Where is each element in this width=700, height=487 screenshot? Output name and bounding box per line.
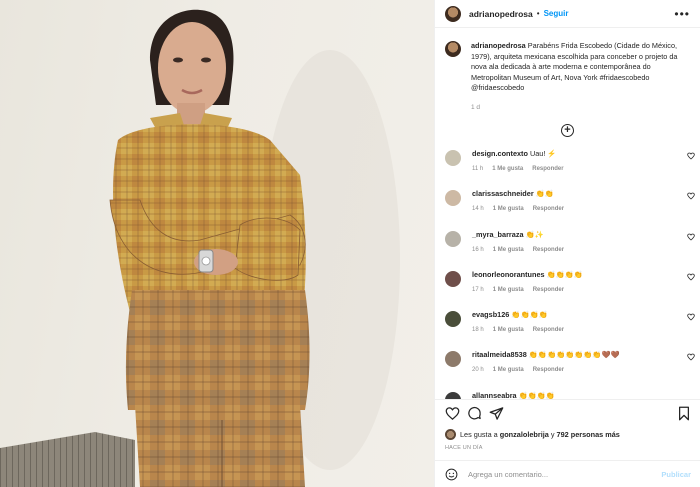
follow-button[interactable]: Seguir [544, 9, 569, 18]
comment-avatar[interactable] [445, 190, 461, 207]
post-detail-panel: adrianopedrosa • Seguir ••• adrianopedro… [434, 0, 700, 487]
share-icon[interactable] [489, 406, 504, 421]
comment-text: 👏👏👏👏 [511, 310, 548, 320]
comment-likes[interactable]: 1 Me gusta [493, 367, 524, 373]
comment-avatar[interactable] [445, 150, 461, 166]
comment-avatar[interactable] [445, 351, 461, 368]
comment-icon[interactable] [467, 406, 482, 421]
comment-username[interactable]: leonorleonorantunes [472, 270, 545, 279]
comment-time[interactable]: 20 h [472, 367, 484, 373]
caption-body: adrianopedrosa Parabéns Frida Escobedo (… [471, 41, 690, 114]
liked-by-user[interactable]: gonzalolebrija [500, 430, 549, 439]
caption-avatar[interactable] [445, 41, 461, 57]
comment-avatar[interactable] [445, 230, 461, 247]
heart-icon[interactable] [687, 152, 695, 160]
comment-text: 👏👏👏👏👏👏👏👏🤎🤎 [528, 350, 620, 360]
emoji-icon[interactable] [445, 468, 458, 481]
reply-button[interactable]: Responder [533, 367, 564, 373]
author-avatar[interactable] [445, 5, 461, 22]
post-caption: adrianopedrosa Parabéns Frida Escobedo (… [435, 28, 700, 114]
comment-likes[interactable]: 1 Me gusta [492, 166, 523, 172]
reply-button[interactable]: Responder [533, 287, 564, 293]
comment-username[interactable]: _myra_barraza [472, 230, 524, 239]
caption-username[interactable]: adrianopedrosa [471, 41, 526, 50]
comment-avatar[interactable] [445, 311, 461, 328]
post-photo[interactable] [0, 0, 434, 487]
comment-username[interactable]: design.contexto [472, 149, 528, 158]
comment-likes[interactable]: 1 Me gusta [493, 327, 524, 333]
comment-text: 👏👏👏👏 [546, 269, 583, 279]
post-date[interactable]: HACE UN DÍA [445, 445, 483, 451]
comment-avatar[interactable] [445, 270, 461, 287]
add-comment-bar: Publicar [435, 460, 700, 487]
comment-item: leonorleonorantunes 👏👏👏👏 17 h 1 Me gusta R… [435, 265, 700, 305]
comment-likes[interactable]: 1 Me gusta [493, 287, 524, 293]
comment-time[interactable]: 11 h [472, 166, 483, 172]
heart-icon[interactable] [687, 192, 695, 200]
comment-likes[interactable]: 1 Me gusta [493, 247, 524, 253]
comment-likes[interactable]: 1 Me gusta [493, 206, 524, 212]
comment-input[interactable] [468, 470, 643, 479]
likes-prefix: Les gusta a [460, 430, 498, 439]
action-icons [445, 406, 691, 422]
heart-icon[interactable] [687, 273, 695, 281]
bookmark-icon[interactable] [677, 406, 691, 421]
post-actions: Les gusta a gonzalolebrija y 792 persona… [435, 399, 700, 487]
reply-button[interactable]: Responder [533, 206, 564, 212]
reply-button[interactable]: Responder [532, 166, 563, 172]
header-separator: • [536, 9, 540, 18]
comment-text: Uau! ⚡ [529, 149, 557, 158]
plus-circle-icon[interactable]: + [561, 123, 574, 137]
comment-time[interactable]: 18 h [472, 327, 484, 333]
publish-button[interactable]: Publicar [661, 470, 691, 479]
comment-username[interactable]: clarissaschneider [472, 189, 534, 198]
comment-item: evagsb126 👏👏👏👏 18 h 1 Me gusta Responder [435, 305, 700, 345]
comment-text: 👏✨ [525, 229, 544, 239]
heart-icon[interactable] [445, 406, 460, 421]
more-icon[interactable]: ••• [674, 7, 690, 21]
comment-time[interactable]: 16 h [472, 247, 484, 253]
comment-item: design.contexto Uau! ⚡ 11 h 1 Me gusta Res… [435, 144, 700, 184]
load-more-comments: + [435, 123, 700, 140]
comment-username[interactable]: evagsb126 [472, 310, 509, 319]
heart-icon[interactable] [687, 233, 695, 241]
heart-icon[interactable] [687, 313, 695, 321]
comment-time[interactable]: 17 h [472, 287, 484, 293]
likes-join: y [550, 430, 555, 439]
comment-item: ritaalmeida8538 👏👏👏👏👏👏👏👏🤎🤎 20 h 1 Me gust… [435, 345, 700, 385]
comment-text: 👏👏 [535, 189, 554, 199]
caption-timestamp[interactable]: 1 d [471, 103, 690, 114]
comment-item: _myra_barraza 👏✨ 16 h 1 Me gusta Responder [435, 225, 700, 265]
comment-username[interactable]: ritaalmeida8538 [472, 350, 527, 359]
likes-count[interactable]: 792 personas más [557, 430, 620, 439]
author-username[interactable]: adrianopedrosa [469, 9, 533, 19]
liker-avatar[interactable] [445, 429, 456, 440]
photo-illustration [0, 9, 400, 487]
likes-summary: Les gusta a gonzalolebrija y 792 persona… [445, 429, 620, 440]
post-header: adrianopedrosa • Seguir ••• [435, 0, 700, 28]
heart-icon[interactable] [687, 353, 695, 362]
reply-button[interactable]: Responder [533, 327, 564, 333]
reply-button[interactable]: Responder [533, 247, 564, 253]
comments-list: design.contexto Uau! ⚡ 11 h 1 Me gusta Res… [435, 144, 700, 426]
comment-time[interactable]: 14 h [472, 206, 484, 212]
comment-item: clarissaschneider 👏👏 14 h 1 Me gusta Respo… [435, 184, 700, 224]
